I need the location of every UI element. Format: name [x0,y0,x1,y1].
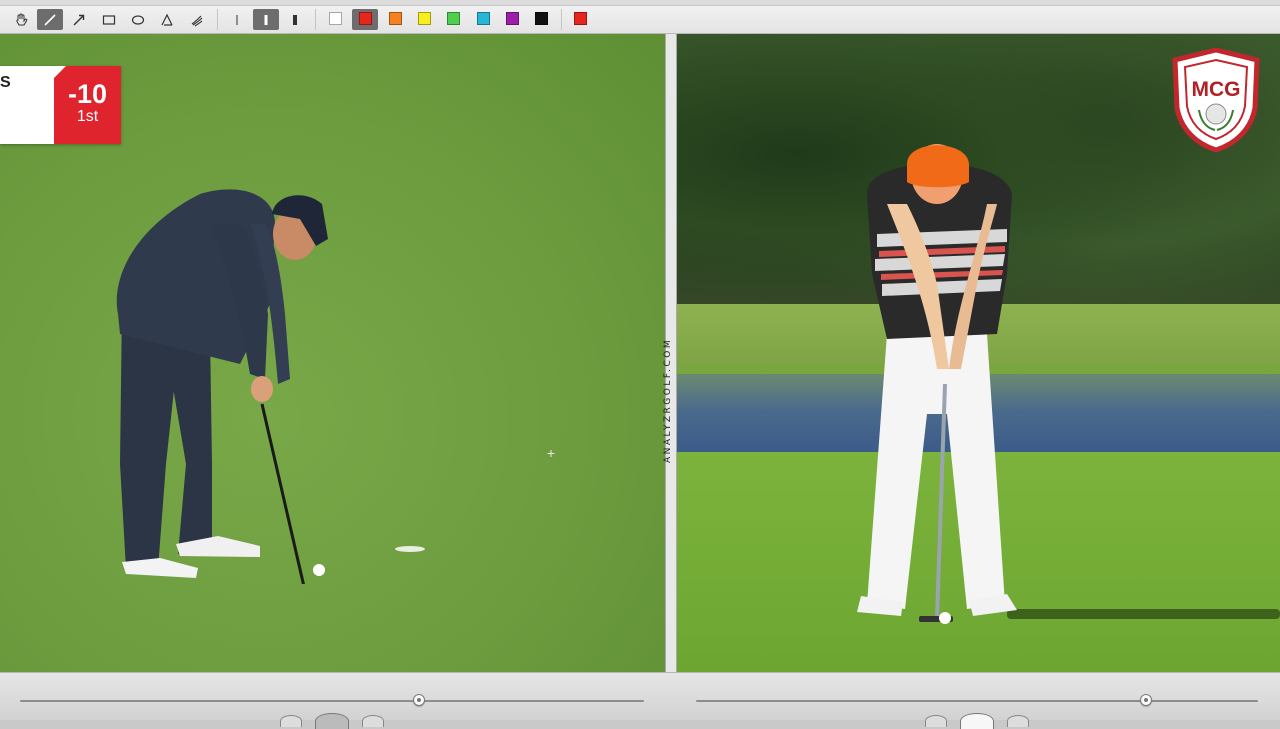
color-swatch-white[interactable] [329,12,342,25]
line-icon [44,13,56,26]
color-swatch-yellow[interactable] [418,12,431,25]
right-step-forward-button[interactable] [1007,715,1029,727]
color-swatch-black[interactable] [535,12,548,25]
right-video-pane[interactable]: MCG [677,34,1280,672]
right-step-back-button[interactable] [925,715,947,727]
right-video-scrubber-knob[interactable] [1139,694,1152,706]
angle-icon [161,13,173,26]
left-play-button[interactable] [315,713,349,729]
ball-marker [395,546,425,552]
left-step-back-button[interactable] [280,715,302,727]
current-color-indicator[interactable] [574,12,587,25]
right-play-button[interactable] [960,713,994,729]
freehand-tool-button[interactable] [184,9,210,30]
line-tool-button[interactable] [37,9,63,30]
golf-ball [313,564,325,576]
golfer-address-figure [857,144,1017,624]
rectangle-icon [102,14,116,25]
toolbar-separator [217,9,218,30]
arrow-icon [73,14,85,25]
ellipse-tool-button[interactable] [125,9,151,30]
color-swatch-red[interactable] [359,12,372,25]
scoreboard-position: 1st [76,108,99,125]
right-video-scrubber-track[interactable] [696,700,1258,702]
angle-tool-button[interactable] [154,9,180,30]
line-width-thick-button[interactable] [282,9,308,30]
rectangle-tool-button[interactable] [96,9,122,30]
ellipse-icon [131,14,145,25]
playback-controls [0,672,1280,729]
medium-line-icon [264,14,268,25]
left-video-scrubber-track[interactable] [20,700,644,702]
color-swatch-orange[interactable] [389,12,402,25]
line-width-thin-button[interactable] [224,9,250,30]
left-video-scrubber-knob[interactable] [413,694,426,706]
left-step-forward-button[interactable] [362,715,384,727]
scoreboard-score: -10 [67,79,108,109]
annotation-toolbar [0,0,1280,34]
toolbar-separator [315,9,316,30]
crosshair-cursor-icon: + [546,445,556,461]
thin-line-icon [236,14,238,25]
thick-line-icon [293,14,297,25]
left-video-pane[interactable]: S -10 1st + [0,34,665,672]
toolbar-separator [561,9,562,30]
golfer-putting-figure [116,189,328,584]
scoreboard-player-initial: S [0,66,52,144]
arrow-tool-button[interactable] [66,9,92,30]
golfer-shadow [1007,609,1280,619]
color-swatch-cyan[interactable] [477,12,490,25]
line-width-medium-button[interactable] [253,9,279,30]
hand-tool-button[interactable] [8,9,34,30]
freehand-icon [191,15,203,26]
mcg-shield-logo: MCG [1172,48,1260,152]
color-swatch-purple[interactable] [506,12,519,25]
logo-text: MCG [1192,78,1241,101]
hand-icon [16,13,28,25]
scoreboard-score-box: -10 1st [54,66,121,144]
scoreboard: S -10 1st [0,66,121,144]
color-swatch-green[interactable] [447,12,460,25]
